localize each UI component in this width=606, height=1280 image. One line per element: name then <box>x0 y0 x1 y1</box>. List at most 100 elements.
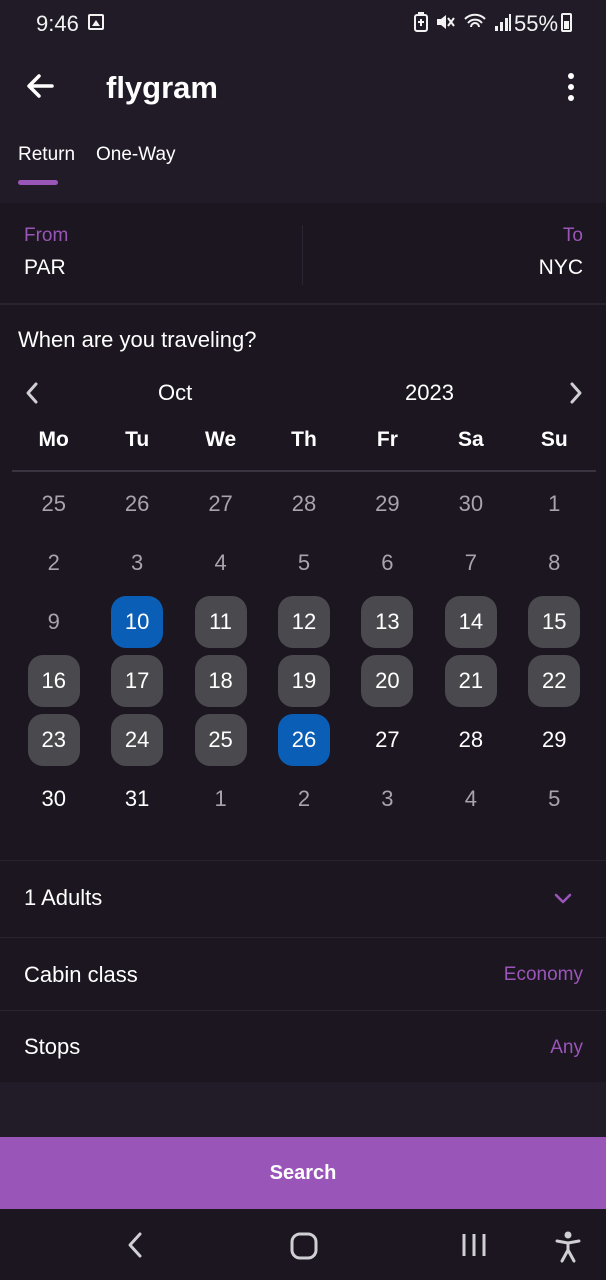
passengers-row[interactable]: 1 Adults <box>0 861 606 937</box>
calendar-day-normal[interactable]: 31 <box>111 773 163 825</box>
calendar-day-range[interactable]: 21 <box>444 654 497 707</box>
calendar-day-cell: 30 <box>12 769 95 828</box>
to-label: To <box>562 225 583 246</box>
calendar-question: When are you traveling? <box>18 327 257 352</box>
calendar-day-normal[interactable]: 27 <box>361 714 413 766</box>
chevron-down-icon[interactable] <box>553 892 573 906</box>
calendar-day-cell: 1 <box>179 769 262 828</box>
calendar-day-muted[interactable]: 1 <box>528 478 580 530</box>
cabin-class-value[interactable]: Economy <box>504 964 583 986</box>
calendar-day-range[interactable]: 24 <box>111 713 164 766</box>
calendar-day-cell: 10 <box>95 592 178 651</box>
calendar-day-muted[interactable]: 29 <box>361 478 413 530</box>
calendar-day-range[interactable]: 25 <box>194 713 247 766</box>
calendar-day-muted[interactable]: 27 <box>195 478 247 530</box>
calendar-day-muted[interactable]: 7 <box>445 537 497 589</box>
calendar-day-normal[interactable]: 28 <box>445 714 497 766</box>
calendar-day-muted[interactable]: 9 <box>28 596 80 648</box>
calendar-day-cell: 1 <box>513 474 596 533</box>
search-button[interactable]: Search <box>0 1137 606 1209</box>
calendar-day-muted[interactable]: 1 <box>195 773 247 825</box>
calendar-day-range[interactable]: 14 <box>444 595 497 648</box>
tab-one-way[interactable]: One-Way <box>96 144 176 166</box>
cabin-class-label: Cabin class <box>24 962 138 987</box>
weekday-header: Mo Tu We Th Fr Sa Su <box>12 428 596 468</box>
calendar-day-cell: 9 <box>12 592 95 651</box>
calendar-day-cell: 14 <box>429 592 512 651</box>
calendar-day-normal[interactable]: 29 <box>528 714 580 766</box>
cabin-class-row[interactable]: Cabin class Economy <box>0 938 606 1010</box>
wifi-icon <box>463 13 486 28</box>
calendar-day-muted[interactable]: 26 <box>111 478 163 530</box>
year-label: 2023 <box>405 380 454 405</box>
from-label: From <box>24 225 69 246</box>
calendar-day-muted[interactable]: 3 <box>361 773 413 825</box>
calendar-day-muted[interactable]: 5 <box>278 537 330 589</box>
calendar-day-muted[interactable]: 25 <box>28 478 80 530</box>
calendar-day-muted[interactable]: 3 <box>111 537 163 589</box>
calendar-day-range[interactable]: 17 <box>111 654 164 707</box>
calendar-day-muted[interactable]: 5 <box>528 773 580 825</box>
calendar-day-muted[interactable]: 6 <box>361 537 413 589</box>
calendar-day-cell: 13 <box>346 592 429 651</box>
calendar-days: 25 26 27 28 29 30 1 2 3 4 5 6 7 8 9 10 11 12 13 14 15 16 17 18 1… <box>12 474 596 828</box>
nav-home-icon[interactable] <box>289 1231 319 1261</box>
battery-percent: 55% <box>514 11 559 36</box>
calendar-day-muted[interactable]: 4 <box>445 773 497 825</box>
weekday-label: Th <box>291 428 317 451</box>
chevron-left-icon[interactable] <box>22 380 42 406</box>
nav-back-icon[interactable] <box>124 1231 146 1259</box>
calendar-day-cell: 2 <box>262 769 345 828</box>
calendar-day-range[interactable]: 23 <box>27 713 80 766</box>
calendar-day-range[interactable]: 19 <box>277 654 330 707</box>
calendar-day-muted[interactable]: 28 <box>278 478 330 530</box>
calendar-day-muted[interactable]: 4 <box>195 537 247 589</box>
accessibility-icon[interactable] <box>554 1231 582 1263</box>
calendar-day-range[interactable]: 13 <box>361 595 414 648</box>
calendar-day-muted[interactable]: 8 <box>528 537 580 589</box>
calendar-day-range[interactable]: 18 <box>194 654 247 707</box>
calendar-day-cell: 16 <box>12 651 95 710</box>
calendar-day-cell: 11 <box>179 592 262 651</box>
calendar-day-cell: 4 <box>179 533 262 592</box>
spacer <box>0 1082 606 1137</box>
calendar-day-muted[interactable]: 2 <box>28 537 80 589</box>
calendar-day-selected[interactable]: 10 <box>111 595 164 648</box>
more-vertical-icon[interactable] <box>560 72 582 102</box>
calendar-day-range[interactable]: 16 <box>27 654 80 707</box>
weekday-label: Tu <box>125 428 150 451</box>
chevron-right-icon[interactable] <box>566 380 586 406</box>
calendar-day-range[interactable]: 22 <box>528 654 581 707</box>
stops-row[interactable]: Stops Any <box>0 1011 606 1082</box>
route-selector: From PAR To NYC <box>0 211 606 303</box>
tab-return[interactable]: Return <box>18 144 75 166</box>
to-field[interactable]: NYC <box>539 256 583 280</box>
status-icons <box>414 12 512 35</box>
calendar-day-cell: 12 <box>262 592 345 651</box>
calendar-day-cell: 28 <box>429 710 512 769</box>
calendar-day-cell: 20 <box>346 651 429 710</box>
calendar-day-muted[interactable]: 2 <box>278 773 330 825</box>
calendar-day-cell: 15 <box>513 592 596 651</box>
calendar-day-normal[interactable]: 30 <box>28 773 80 825</box>
calendar-day-cell: 26 <box>262 710 345 769</box>
weekday-label: Su <box>540 428 568 451</box>
back-arrow-icon[interactable] <box>24 70 56 102</box>
app-title: flygram <box>106 70 218 105</box>
from-field[interactable]: PAR <box>24 256 66 280</box>
calendar-day-cell: 5 <box>262 533 345 592</box>
signal-icon <box>494 14 511 31</box>
calendar-day-cell: 27 <box>179 474 262 533</box>
calendar-day-cell: 31 <box>95 769 178 828</box>
calendar-day-cell: 30 <box>429 474 512 533</box>
calendar-day-cell: 17 <box>95 651 178 710</box>
nav-recents-icon[interactable] <box>460 1231 488 1259</box>
stops-value[interactable]: Any <box>550 1037 583 1059</box>
calendar-day-range[interactable]: 12 <box>277 595 330 648</box>
calendar-day-selected[interactable]: 26 <box>277 713 330 766</box>
calendar-day-range[interactable]: 20 <box>361 654 414 707</box>
calendar-day-range[interactable]: 15 <box>528 595 581 648</box>
calendar-day-range[interactable]: 11 <box>194 595 247 648</box>
weekday-label: Sa <box>458 428 484 451</box>
calendar-day-muted[interactable]: 30 <box>445 478 497 530</box>
